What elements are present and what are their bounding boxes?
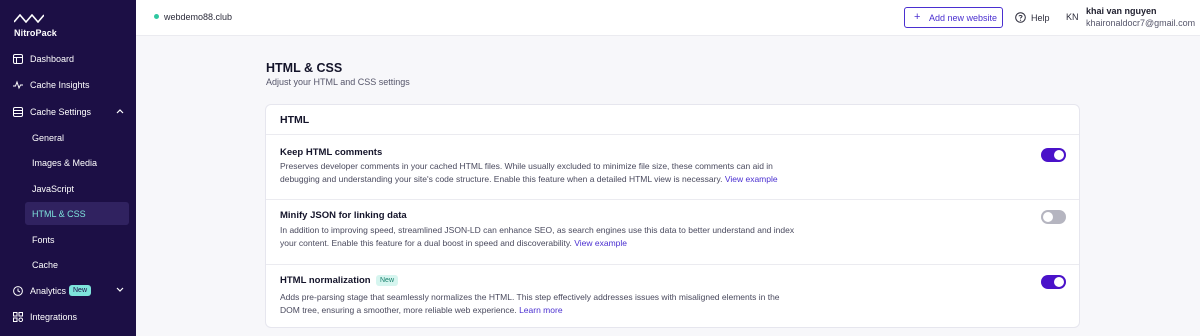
sidebar-subitem-javascript[interactable]: JavaScript xyxy=(25,177,129,200)
sidebar-item-integrations[interactable]: Integrations xyxy=(0,305,136,329)
sidebar-subitem-images-media[interactable]: Images & Media xyxy=(25,151,129,174)
nitropack-logo[interactable]: NitroPack xyxy=(14,12,60,38)
setting-description-line: your content. Enable this feature for a … xyxy=(280,237,800,250)
page-title: HTML & CSS xyxy=(266,61,343,75)
sidebar-subitem-label: Fonts xyxy=(32,235,55,245)
integrations-icon xyxy=(13,312,23,322)
toggle-knob xyxy=(1043,212,1053,222)
sidebar-subitem-fonts[interactable]: Fonts xyxy=(25,228,129,251)
sidebar-subitem-label: HTML & CSS xyxy=(32,209,86,219)
sidebar-subitem-cache[interactable]: Cache xyxy=(25,253,129,276)
sidebar-item-label: Integrations xyxy=(30,312,78,322)
setting-description-line: debugging and understanding your site's … xyxy=(280,173,800,186)
chevron-down-icon[interactable] xyxy=(116,287,124,293)
pulse-icon xyxy=(13,80,23,90)
setting-description-text: debugging and understanding your site's … xyxy=(280,173,723,184)
user-email: khaironaldocr7@gmail.com xyxy=(1086,18,1196,28)
sidebar-item-cache-insights[interactable]: Cache Insights xyxy=(0,73,136,97)
new-badge: New xyxy=(376,275,399,286)
sidebar-subitem-html-css[interactable]: HTML & CSS xyxy=(25,202,129,225)
setting-description: In addition to improving speed, streamli… xyxy=(280,224,800,249)
sidebar-subitem-general[interactable]: General xyxy=(25,126,129,149)
setting-title: Minify JSON for linking data xyxy=(280,210,407,221)
sidebar-subitem-label: Images & Media xyxy=(32,158,98,168)
minify-json-toggle[interactable] xyxy=(1041,210,1066,224)
setting-row-html-normalization: HTML normalization New Adds pre-parsing … xyxy=(266,265,1079,327)
view-example-link[interactable]: View example xyxy=(725,174,778,184)
toggle-knob xyxy=(1054,277,1064,287)
html-normalization-toggle[interactable] xyxy=(1041,275,1066,289)
sidebar-item-analytics[interactable]: Analytics New xyxy=(0,279,136,303)
sidebar-item-cache-settings[interactable]: Cache Settings xyxy=(0,100,136,124)
database-icon xyxy=(13,107,23,117)
avatar[interactable]: KN xyxy=(1066,12,1079,22)
setting-title: HTML normalization xyxy=(280,275,371,286)
setting-description-line: DOM tree, ensuring a smoother, more reli… xyxy=(280,304,800,317)
page-subtitle: Adjust your HTML and CSS settings xyxy=(266,77,410,87)
logo-text: NitroPack xyxy=(14,28,57,38)
sidebar: NitroPack Dashboard Cache Insights Cache… xyxy=(0,0,136,336)
card-title: HTML xyxy=(280,114,310,126)
keep-html-comments-toggle[interactable] xyxy=(1041,148,1066,162)
toggle-knob xyxy=(1054,150,1064,160)
sidebar-item-label: Analytics xyxy=(30,286,67,296)
help-icon xyxy=(1015,12,1026,23)
user-name[interactable]: khai van nguyen xyxy=(1086,6,1157,16)
sidebar-item-label: Cache Insights xyxy=(30,80,90,90)
add-new-website-button[interactable]: + Add new website xyxy=(904,7,1003,28)
new-badge: New xyxy=(69,285,92,296)
setting-description-text: your content. Enable this feature for a … xyxy=(280,237,572,248)
plus-icon: + xyxy=(914,11,921,23)
setting-description-line: In addition to improving speed, streamli… xyxy=(280,225,795,235)
setting-description-text: DOM tree, ensuring a smoother, more reli… xyxy=(280,304,517,315)
sidebar-subitem-label: General xyxy=(32,133,65,143)
chevron-up-icon[interactable] xyxy=(116,108,124,114)
sidebar-subitem-label: JavaScript xyxy=(32,184,75,194)
help-label: Help xyxy=(1031,13,1050,23)
sidebar-subitem-label: Cache xyxy=(32,260,59,270)
top-bar: webdemo88.club + Add new website Help KN… xyxy=(136,0,1200,36)
clock-icon xyxy=(13,286,23,296)
setting-description: Adds pre-parsing stage that seamlessly n… xyxy=(280,291,800,316)
view-example-link[interactable]: View example xyxy=(574,238,627,248)
site-selector[interactable]: webdemo88.club xyxy=(164,12,232,22)
learn-more-link[interactable]: Learn more xyxy=(519,305,562,315)
sidebar-item-label: Dashboard xyxy=(30,54,75,64)
setting-description-line: Preserves developer comments in your cac… xyxy=(280,161,773,171)
setting-description-line: Adds pre-parsing stage that seamlessly n… xyxy=(280,292,780,302)
sidebar-item-label: Cache Settings xyxy=(30,107,92,117)
setting-description: Preserves developer comments in your cac… xyxy=(280,160,800,185)
html-settings-card: HTML Keep HTML comments Preserves develo… xyxy=(265,104,1080,328)
sidebar-item-dashboard[interactable]: Dashboard xyxy=(0,47,136,71)
card-header: HTML xyxy=(266,105,1079,135)
setting-row-minify-json: Minify JSON for linking data In addition… xyxy=(266,200,1079,264)
site-status-dot xyxy=(154,14,159,19)
setting-row-keep-html-comments: Keep HTML comments Preserves developer c… xyxy=(266,135,1079,199)
dashboard-icon xyxy=(13,54,23,64)
logo-mark-icon xyxy=(14,14,44,23)
setting-title: Keep HTML comments xyxy=(280,147,383,158)
add-new-website-label: Add new website xyxy=(929,13,998,23)
